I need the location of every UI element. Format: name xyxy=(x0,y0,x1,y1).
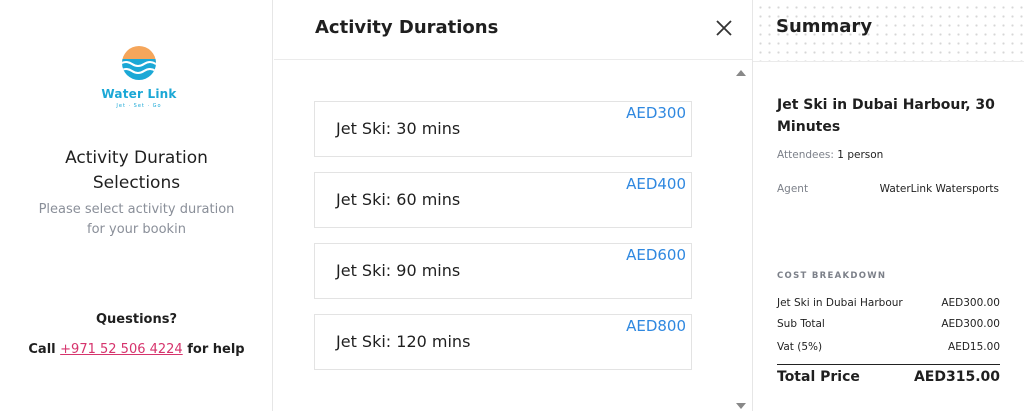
option-price: AED800 xyxy=(626,317,686,335)
summary-title: Summary xyxy=(776,16,873,37)
duration-option-120[interactable]: Jet Ski: 120 mins AED800 xyxy=(314,314,692,370)
duration-option-30[interactable]: Jet Ski: 30 mins AED300 xyxy=(314,101,692,157)
duration-option-90[interactable]: Jet Ski: 90 mins AED600 xyxy=(314,243,692,299)
call-suffix: for help xyxy=(187,342,245,357)
cost-breakdown-heading: COST BREAKDOWN xyxy=(777,271,887,281)
duration-option-60[interactable]: Jet Ski: 60 mins AED400 xyxy=(314,172,692,228)
summary-panel: Summary Jet Ski in Dubai Harbour, 30 Min… xyxy=(752,0,1024,411)
durations-header: Activity Durations xyxy=(274,0,752,60)
attendees-value: 1 person xyxy=(837,149,884,161)
attendees-label: Attendees: xyxy=(777,149,834,161)
left-panel: Water Link Jet · Set · Go Activity Durat… xyxy=(0,0,273,411)
attendees: Attendees: 1 person xyxy=(777,149,883,161)
total-divider xyxy=(777,364,1000,365)
total-label: Total Price xyxy=(777,369,860,385)
cost-line-value: AED15.00 xyxy=(948,341,1000,353)
activity-name: Jet Ski in Dubai Harbour, 30 Minutes xyxy=(777,97,995,135)
cost-line-label: Vat (5%) xyxy=(777,341,823,353)
durations-title: Activity Durations xyxy=(315,17,499,38)
close-icon xyxy=(716,20,732,36)
durations-panel: Activity Durations Jet Ski: 30 mins AED3… xyxy=(274,0,752,411)
agent-value: WaterLink Watersports xyxy=(879,183,999,195)
close-button[interactable] xyxy=(712,16,736,40)
total-value: AED315.00 xyxy=(913,369,1000,385)
scroll-up-arrow[interactable] xyxy=(734,64,748,76)
option-label: Jet Ski: 120 mins xyxy=(336,332,471,351)
questions-heading: Questions? xyxy=(96,312,177,327)
scroll-down-arrow[interactable] xyxy=(734,397,748,409)
page-subtitle: Please select activity duration for your… xyxy=(38,202,235,237)
logo-tagline: Jet · Set · Go xyxy=(116,103,162,109)
summary-header: Summary xyxy=(753,0,1024,62)
page-title: Activity Duration Selections xyxy=(65,148,208,193)
waterlink-logo-icon xyxy=(122,46,156,80)
option-label: Jet Ski: 90 mins xyxy=(336,261,461,280)
cost-line-value: AED300.00 xyxy=(941,318,1000,330)
logo-name: Water Link xyxy=(101,87,177,101)
option-label: Jet Ski: 30 mins xyxy=(336,119,461,138)
cost-line-label: Sub Total xyxy=(777,318,825,330)
cost-line-label: Jet Ski in Dubai Harbour xyxy=(777,297,903,309)
waterlink-logo: Water Link Jet · Set · Go xyxy=(96,44,182,114)
call-line: Call +971 52 506 4224 for help xyxy=(26,339,247,360)
option-price: AED400 xyxy=(626,175,686,193)
triangle-down-icon xyxy=(736,403,746,409)
phone-link[interactable]: +971 52 506 4224 xyxy=(60,342,183,357)
option-label: Jet Ski: 60 mins xyxy=(336,190,461,209)
option-price: AED300 xyxy=(626,104,686,122)
agent-label: Agent xyxy=(777,183,809,195)
cost-line-value: AED300.00 xyxy=(941,297,1000,309)
option-price: AED600 xyxy=(626,246,686,264)
call-prefix: Call xyxy=(28,342,56,357)
triangle-up-icon xyxy=(736,70,746,76)
